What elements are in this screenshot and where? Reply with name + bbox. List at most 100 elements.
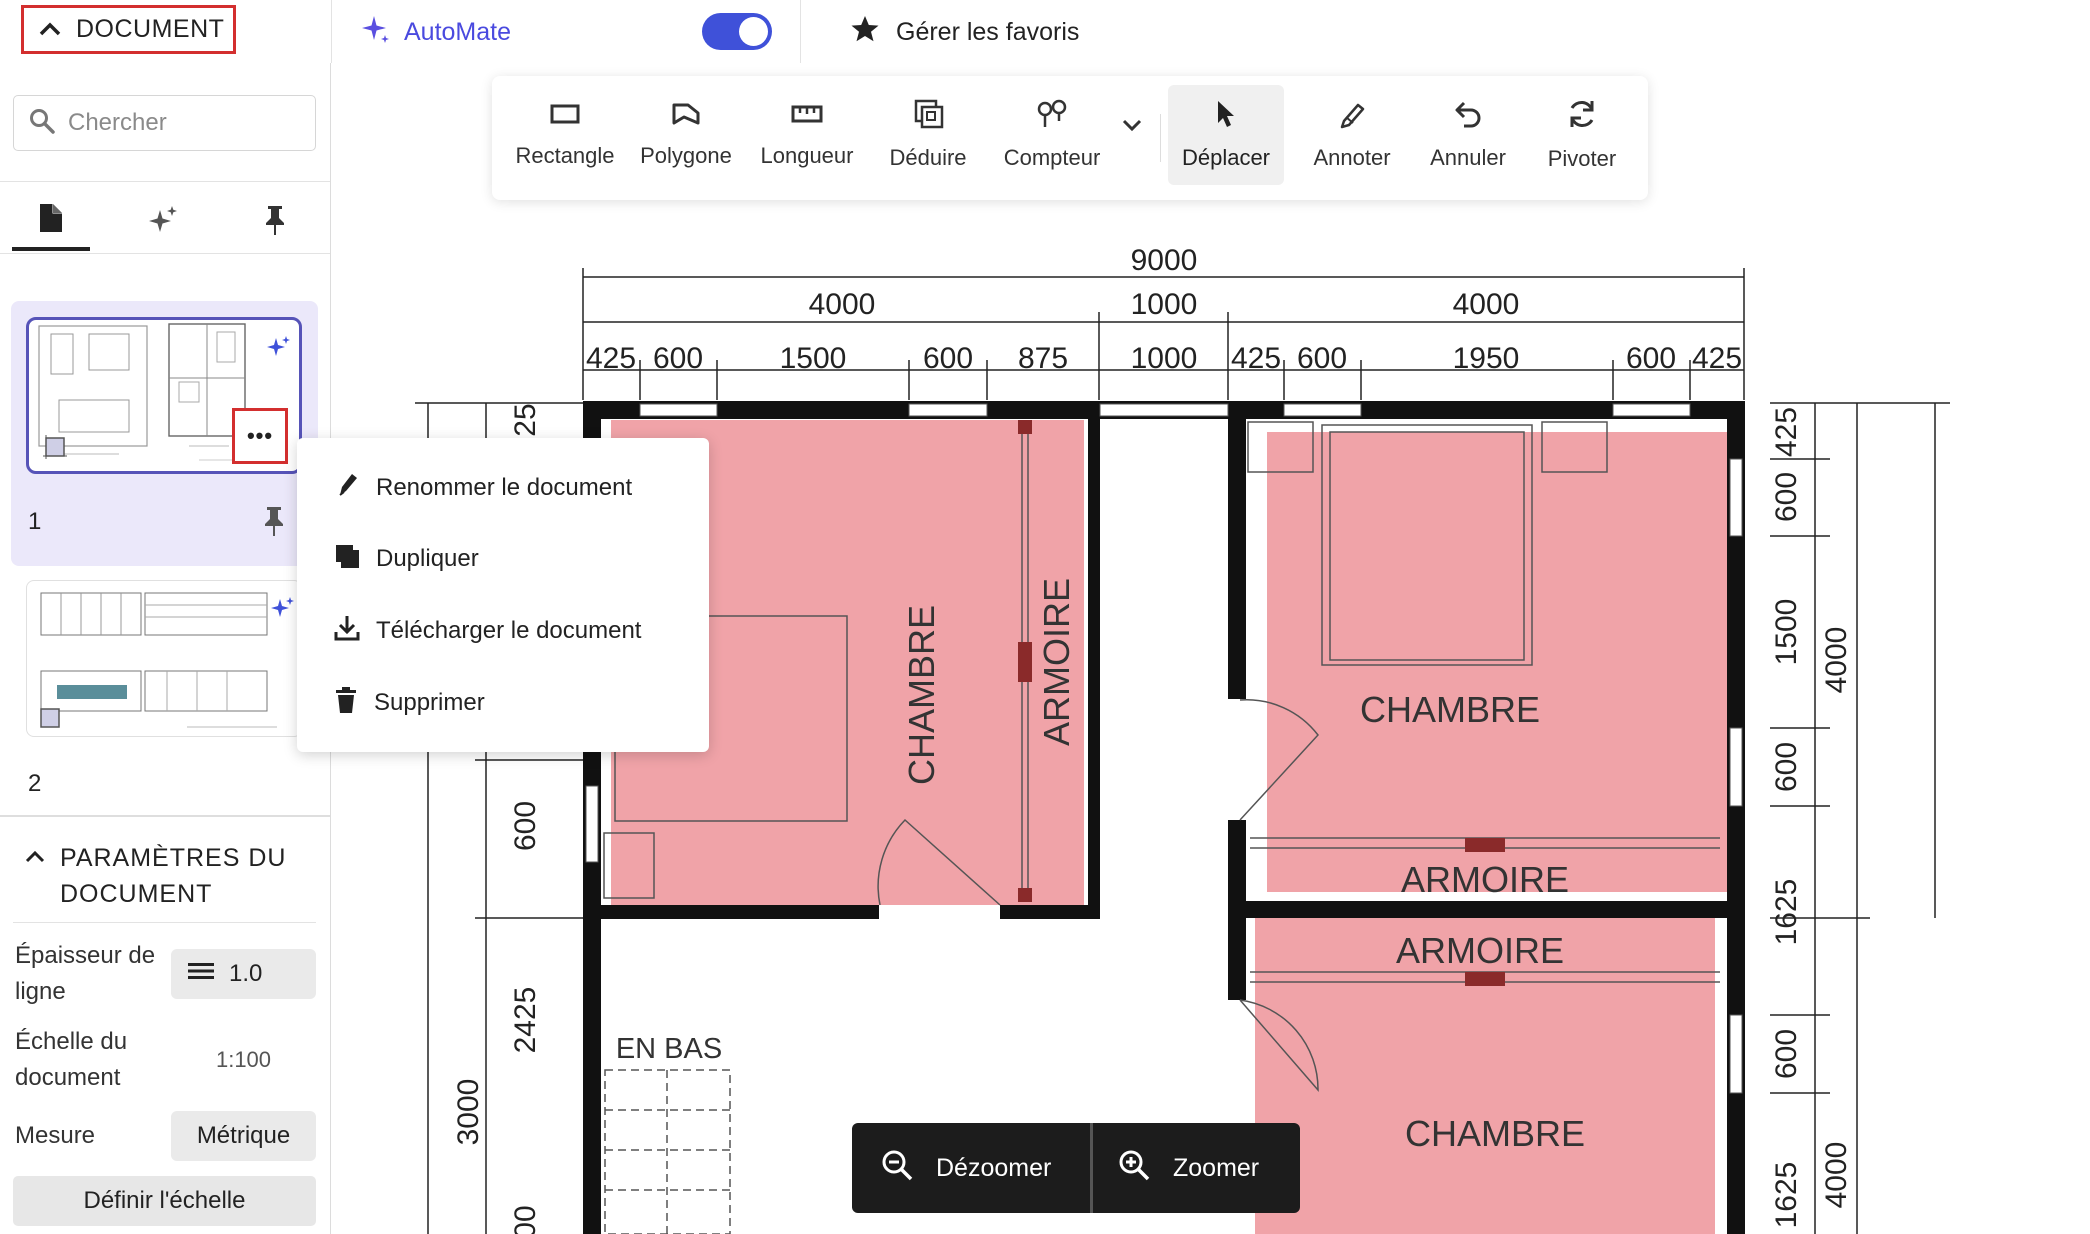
room-label: CHAMBRE — [1360, 689, 1540, 730]
dim-detail: 1500 — [780, 342, 847, 375]
dim-left: 00 — [509, 1205, 542, 1234]
tool-undo[interactable]: Annuler — [1418, 85, 1518, 185]
search-box[interactable] — [13, 95, 316, 151]
search-icon — [28, 107, 56, 140]
duplicate-icon — [334, 543, 360, 576]
scale-thumb-icon — [42, 434, 68, 465]
tool-rotate[interactable]: Pivoter — [1532, 85, 1632, 185]
trash-icon — [334, 686, 358, 721]
undo-icon — [1452, 99, 1484, 135]
toggle-knob — [739, 17, 768, 46]
divider — [1160, 114, 1161, 162]
automate-button[interactable]: AutoMate — [360, 10, 511, 54]
zoom-in-button[interactable]: Zoomer — [1117, 1123, 1259, 1213]
tab-automate[interactable] — [124, 193, 202, 251]
dim-detail: 1000 — [1131, 342, 1198, 375]
document-scale-value: 1:100 — [215, 1047, 272, 1072]
room-label: ARMOIRE — [1401, 859, 1569, 900]
divider — [0, 815, 330, 817]
automate-label: AutoMate — [404, 17, 512, 46]
manage-favorites-button[interactable]: Gérer les favoris — [850, 10, 1079, 54]
room-label: CHAMBRE — [901, 605, 942, 785]
dim-right: 1625 — [1770, 1162, 1803, 1229]
rectangle-icon — [549, 101, 581, 133]
zoom-controls: Dézoomer Zoomer — [852, 1123, 1300, 1213]
dim-right: 1500 — [1770, 599, 1803, 666]
dim-left: 25 — [509, 403, 542, 436]
dim-right-outer: 4000 — [1820, 627, 1853, 694]
line-thickness-value: 1.0 — [229, 960, 263, 987]
dim-detail: 600 — [653, 342, 703, 375]
dim-detail: 600 — [1626, 342, 1676, 375]
dim-top: 4000 — [809, 288, 876, 321]
dim-detail: 600 — [923, 342, 973, 375]
sparkle-icon — [269, 595, 295, 626]
document-settings-title: PARAMÈTRES DU DOCUMENT — [60, 844, 287, 908]
chevron-up-icon — [38, 15, 62, 44]
room-label: ARMOIRE — [1036, 578, 1077, 746]
page-thumbnail-2[interactable] — [26, 580, 302, 737]
dim-right: 600 — [1770, 472, 1803, 522]
chevron-up-icon — [24, 850, 46, 869]
lines-icon — [187, 960, 215, 988]
line-thickness-field[interactable]: 1.0 — [171, 949, 316, 999]
tool-counter[interactable]: Compteur — [992, 85, 1112, 185]
pin-icon — [263, 204, 287, 241]
dim-left: 600 — [509, 801, 542, 851]
dim-detail: 1950 — [1453, 342, 1520, 375]
download-icon — [334, 614, 360, 649]
set-scale-button[interactable]: Définir l'échelle — [13, 1176, 316, 1226]
menu-item-rename[interactable]: Renommer le document — [334, 463, 632, 513]
page-context-menu: Renommer le document Dupliquer Télécharg… — [297, 438, 709, 752]
document-label: DOCUMENT — [76, 15, 225, 43]
dim-right-outer: 4000 — [1820, 1142, 1853, 1209]
measure-label: Mesure — [15, 1122, 96, 1149]
divider — [0, 181, 330, 182]
zoom-out-button[interactable]: Dézoomer — [880, 1123, 1051, 1213]
line-thickness-label: Épaisseur de ligne — [15, 942, 156, 1005]
annotate-icon — [1336, 99, 1368, 135]
dim-top: 4000 — [1453, 288, 1520, 321]
document-toggle-button[interactable]: DOCUMENT — [21, 5, 236, 54]
chevron-down-icon[interactable] — [1120, 116, 1144, 139]
tool-move[interactable]: Déplacer — [1168, 85, 1284, 185]
sparkle-icon — [360, 14, 390, 51]
page-more-options-button[interactable]: ••• — [232, 408, 288, 464]
divider — [13, 922, 316, 923]
page-number: 2 — [28, 770, 42, 797]
menu-item-duplicate[interactable]: Dupliquer — [334, 534, 479, 584]
scale-thumb-icon — [37, 705, 63, 736]
dim-left: 2425 — [509, 987, 542, 1054]
dim-left-outer: 3000 — [452, 1079, 485, 1146]
menu-item-download[interactable]: Télécharger le document — [334, 606, 641, 656]
dim-total: 9000 — [1131, 244, 1198, 277]
dim-top: 1000 — [1131, 288, 1198, 321]
tool-annotate[interactable]: Annoter — [1298, 85, 1406, 185]
elevation-thumbnail — [40, 592, 277, 728]
dim-detail: 875 — [1018, 342, 1068, 375]
search-input[interactable] — [66, 108, 300, 138]
tool-deduct[interactable]: Déduire — [878, 85, 978, 185]
tab-pinned[interactable] — [236, 193, 314, 251]
counter-icon — [1035, 99, 1069, 135]
measure-select[interactable]: Métrique — [171, 1111, 316, 1161]
tab-documents[interactable] — [12, 193, 90, 251]
dim-right: 425 — [1770, 407, 1803, 457]
pin-icon[interactable] — [262, 505, 286, 542]
tool-rectangle[interactable]: Rectangle — [506, 85, 624, 185]
star-icon — [850, 14, 880, 51]
room-label: ARMOIRE — [1396, 930, 1564, 971]
automate-toggle[interactable] — [702, 13, 772, 50]
document-settings-header[interactable]: PARAMÈTRES DU DOCUMENT — [24, 840, 300, 912]
divider — [331, 0, 332, 63]
rotate-icon — [1566, 98, 1598, 136]
stairs-label: EN BAS — [616, 1033, 722, 1065]
dim-right: 600 — [1770, 1029, 1803, 1079]
dim-detail: 425 — [586, 342, 636, 375]
divider — [800, 0, 801, 63]
menu-item-delete[interactable]: Supprimer — [334, 678, 485, 728]
tool-polygon[interactable]: Polygone — [632, 85, 740, 185]
sparkle-icon — [265, 334, 291, 365]
favorites-label: Gérer les favoris — [896, 17, 1080, 46]
tool-length[interactable]: Longueur — [748, 85, 866, 185]
